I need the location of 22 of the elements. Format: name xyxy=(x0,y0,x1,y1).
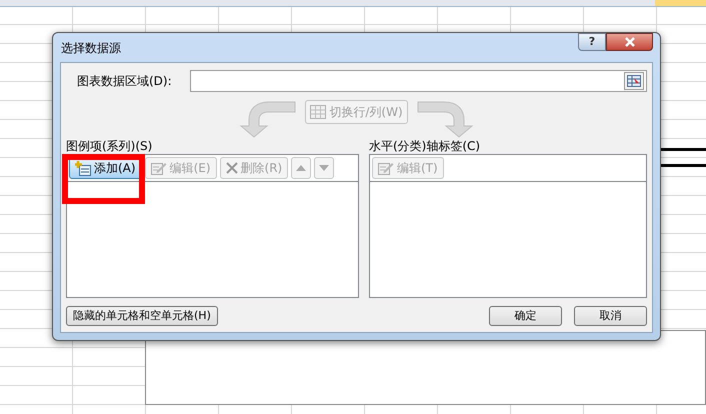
close-button[interactable] xyxy=(606,33,653,51)
ok-button[interactable]: 确定 xyxy=(489,306,562,326)
window-title: 选择数据源 xyxy=(61,40,121,56)
help-button[interactable]: ? xyxy=(578,33,606,51)
table-swap-icon xyxy=(310,105,326,119)
grid-picker-icon xyxy=(627,75,641,87)
edit-icon xyxy=(150,161,167,175)
range-input-field[interactable] xyxy=(190,70,647,92)
chart-line xyxy=(660,164,706,167)
section-label: 水平(分类)轴标签(C) xyxy=(369,138,482,154)
delete-x-icon xyxy=(226,162,238,174)
hidden-cells-button[interactable]: 隐藏的单元格和空单元格(H) xyxy=(66,306,218,326)
collapse-range-button[interactable] xyxy=(624,72,644,90)
field-label: 图表数据区域(D): xyxy=(77,73,173,90)
add-list-icon xyxy=(75,160,91,176)
edit-icon xyxy=(378,161,394,175)
cancel-button[interactable]: 取消 xyxy=(574,306,647,326)
up-triangle-icon xyxy=(296,165,306,171)
chart-line xyxy=(660,148,706,151)
section-label: 图例项(系列)(S) xyxy=(66,138,154,154)
close-icon xyxy=(624,37,636,47)
down-triangle-icon xyxy=(319,165,330,171)
